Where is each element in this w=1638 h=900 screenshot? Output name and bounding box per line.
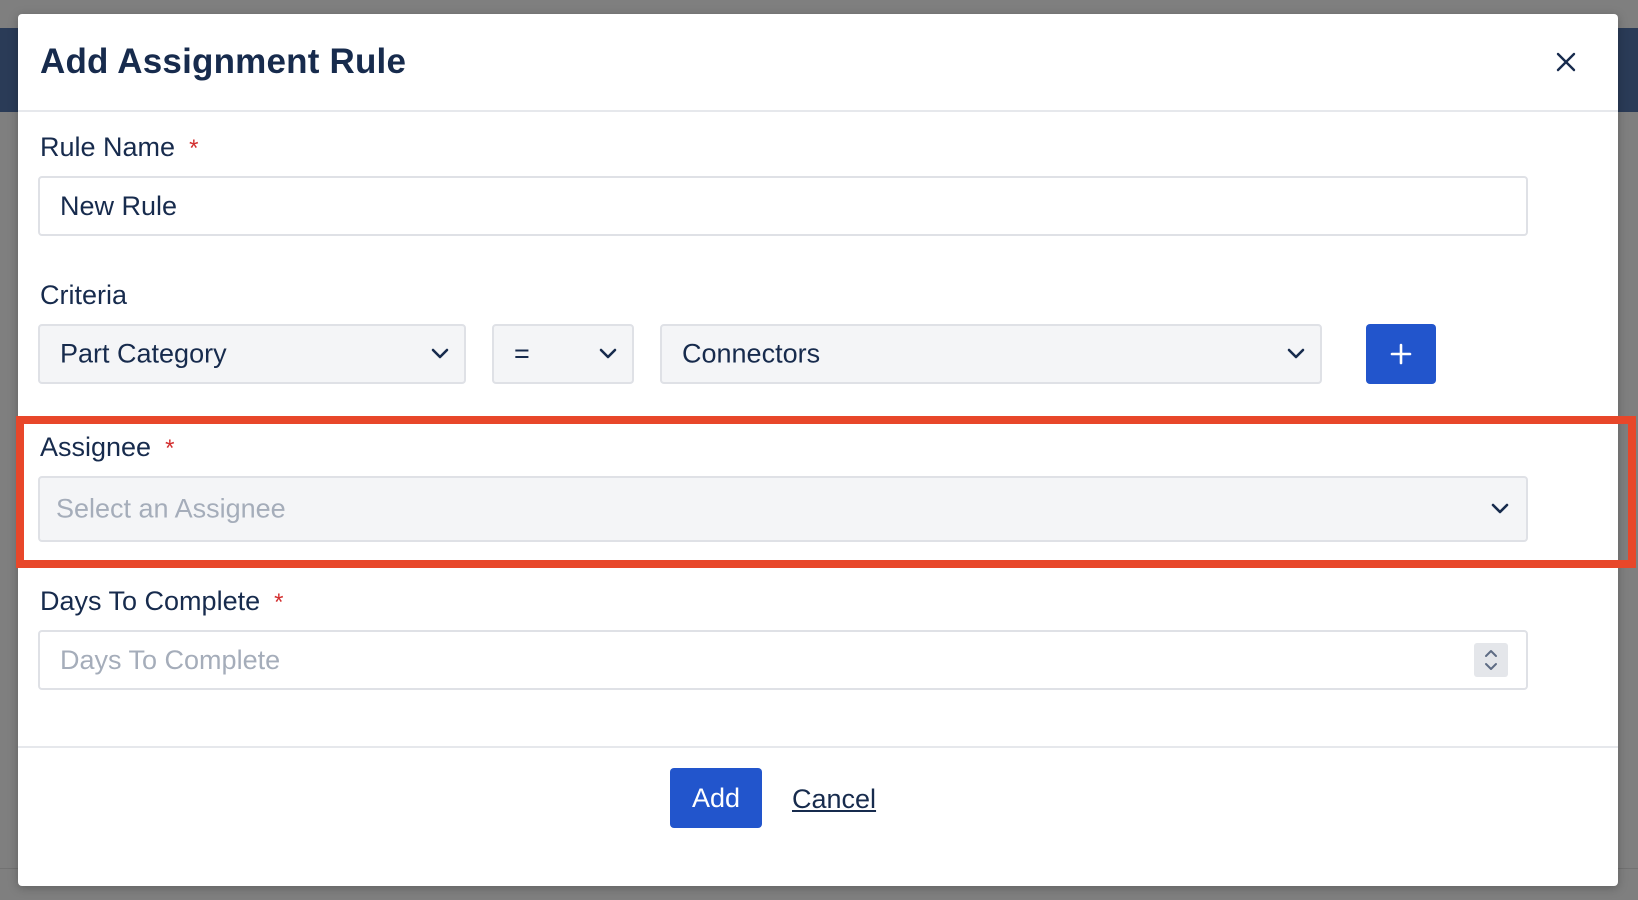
- criteria-field-value: Part Category: [60, 338, 227, 369]
- close-button[interactable]: [1548, 44, 1584, 80]
- chevron-down-icon: [599, 348, 617, 359]
- chevron-down-icon: [431, 348, 449, 359]
- criteria-operator-select[interactable]: =: [492, 324, 634, 384]
- assignee-placeholder: Select an Assignee: [56, 493, 286, 524]
- chevron-down-icon: [1287, 348, 1305, 359]
- required-marker: *: [274, 589, 284, 616]
- assignee-label-text: Assignee: [40, 432, 152, 462]
- number-stepper[interactable]: [1474, 643, 1508, 677]
- days-to-complete-input[interactable]: [38, 630, 1528, 690]
- chevron-down-icon: [1491, 503, 1509, 514]
- required-marker: *: [165, 435, 175, 462]
- add-criteria-button[interactable]: [1366, 324, 1436, 384]
- dialog-title: Add Assignment Rule: [40, 42, 407, 81]
- required-marker: *: [189, 135, 199, 162]
- rule-name-input[interactable]: [38, 176, 1528, 236]
- dialog-footer: Add Cancel: [18, 746, 1618, 888]
- criteria-operator-value: =: [514, 338, 530, 369]
- plus-icon: [1390, 343, 1412, 365]
- cancel-link[interactable]: Cancel: [792, 784, 876, 815]
- rule-name-label-text: Rule Name: [40, 132, 176, 162]
- assignee-select[interactable]: Select an Assignee: [38, 476, 1528, 542]
- close-icon: [1556, 52, 1576, 72]
- add-button[interactable]: Add: [670, 768, 762, 828]
- criteria-value-select[interactable]: Connectors: [660, 324, 1322, 384]
- assignee-label: Assignee *: [40, 432, 174, 463]
- days-to-complete-label-text: Days To Complete: [40, 586, 261, 616]
- days-to-complete-wrapper: [38, 630, 1528, 690]
- stepper-arrows-icon: [1485, 650, 1497, 670]
- dialog-header: Add Assignment Rule: [18, 14, 1618, 112]
- add-assignment-rule-dialog: Add Assignment Rule Rule Name* Criteria …: [18, 14, 1618, 886]
- criteria-value-value: Connectors: [682, 338, 821, 369]
- criteria-field-select[interactable]: Part Category: [38, 324, 466, 384]
- days-to-complete-label: Days To Complete *: [40, 586, 283, 617]
- criteria-label: Criteria: [40, 280, 128, 310]
- rule-name-label: Rule Name *: [40, 132, 198, 163]
